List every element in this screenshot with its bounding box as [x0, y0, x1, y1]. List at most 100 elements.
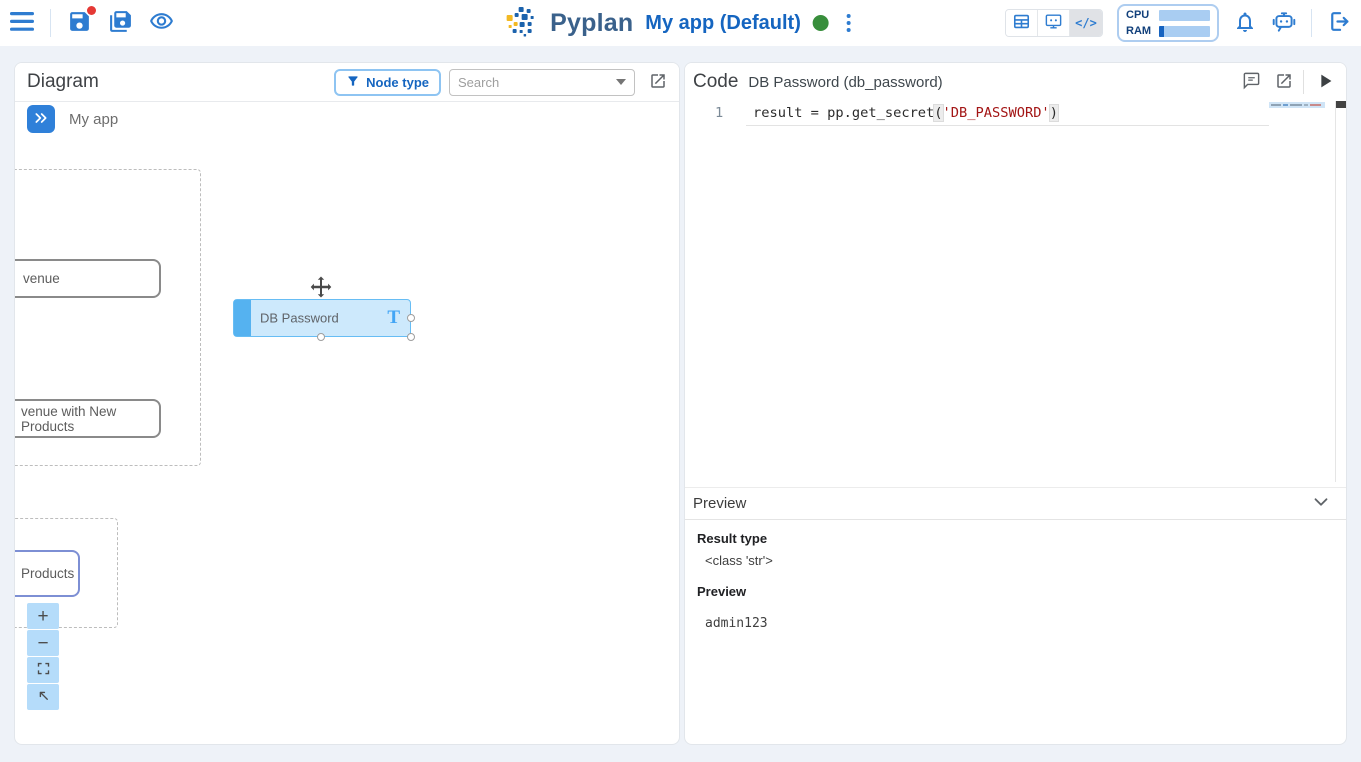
line-number: 1: [715, 105, 723, 121]
notifications-button[interactable]: [1233, 10, 1257, 37]
node-handle-bottom[interactable]: [317, 333, 325, 341]
app-menu-button[interactable]: [841, 12, 857, 34]
zoom-in-button[interactable]: +: [27, 603, 59, 629]
node-handle-right[interactable]: [407, 314, 415, 322]
preview-section-header[interactable]: Preview: [685, 487, 1346, 519]
code-token-close-paren: ): [1050, 105, 1058, 121]
diagram-open-external-button[interactable]: [649, 72, 667, 93]
ram-used-segment: [1159, 26, 1164, 37]
code-editor[interactable]: 1 result = pp.get_secret('DB_PASSWORD'): [685, 101, 1346, 482]
cpu-label: CPU: [1126, 9, 1154, 21]
node-handle-corner[interactable]: [407, 333, 415, 341]
logout-button[interactable]: [1326, 9, 1351, 37]
chevron-down-icon: [1310, 491, 1332, 516]
play-icon: [1314, 70, 1336, 95]
minimap-line: [1269, 102, 1325, 108]
table-icon: [1012, 12, 1031, 34]
diagram-panel-header: Diagram Node type: [15, 63, 679, 102]
code-line[interactable]: result = pp.get_secret('DB_PASSWORD'): [753, 105, 1058, 121]
menu-button[interactable]: [10, 12, 34, 34]
diagram-panel-title: Diagram: [27, 71, 99, 93]
unsaved-changes-badge: [87, 6, 96, 15]
zoom-out-button[interactable]: −: [27, 630, 59, 656]
diagram-node-revenue-with-new-products[interactable]: venue with New Products: [15, 399, 161, 438]
assistant-button[interactable]: [1271, 9, 1297, 38]
ram-label: RAM: [1126, 25, 1154, 37]
code-panel-title: Code: [693, 71, 738, 93]
reset-view-button[interactable]: [27, 684, 59, 710]
diagram-search-box: [449, 69, 635, 96]
topbar-center: Pyplan My app (Default): [504, 0, 857, 46]
code-view-button[interactable]: </>: [1070, 10, 1102, 36]
arrow-up-left-icon: [36, 688, 51, 707]
code-token-plain: result = pp.get_secret: [753, 105, 934, 121]
move-cursor-icon: [309, 275, 333, 304]
node-type-filter-button[interactable]: Node type: [334, 69, 441, 96]
comment-button[interactable]: [1242, 71, 1261, 93]
diagram-node-products[interactable]: Products: [15, 550, 80, 597]
code-panel: Code DB Password (db_password): [684, 62, 1347, 745]
pyplan-logo-icon: [504, 4, 538, 43]
brand-name: Pyplan: [550, 9, 633, 38]
save-button[interactable]: [67, 9, 92, 37]
bot-chat-icon: [1271, 9, 1297, 38]
node-label: Products: [21, 566, 74, 581]
view-toggle-group: </>: [1005, 9, 1103, 37]
screen-view-button[interactable]: [1038, 10, 1070, 36]
save-all-button[interactable]: [108, 9, 133, 37]
save-all-icon: [108, 9, 133, 37]
topbar-divider-right: [1311, 9, 1312, 37]
status-dot: [813, 15, 829, 31]
expand-tree-button[interactable]: [27, 105, 55, 133]
dropdown-caret-icon[interactable]: [616, 79, 626, 85]
app-title[interactable]: My app (Default): [645, 12, 801, 35]
code-header-divider: [1303, 70, 1304, 94]
system-usage-panel: CPU RAM: [1117, 4, 1219, 42]
preview-divider: [685, 519, 1346, 520]
editor-scrollbar-thumb[interactable]: [1336, 101, 1347, 108]
code-panel-header: Code DB Password (db_password): [685, 63, 1346, 101]
node-type-stripe: [234, 300, 251, 336]
code-node-reference: DB Password (db_password): [748, 74, 942, 91]
diagram-panel: Diagram Node type: [14, 62, 680, 745]
zoom-out-icon: −: [37, 634, 48, 653]
topbar-divider: [50, 9, 51, 37]
pyplan-app: Pyplan My app (Default) </>: [0, 0, 1361, 762]
open-in-new-icon: [1275, 72, 1293, 93]
cpu-usage-row: CPU: [1126, 9, 1210, 21]
table-view-button[interactable]: [1006, 10, 1038, 36]
diagram-search-input[interactable]: [458, 75, 610, 90]
zoom-in-icon: +: [37, 607, 48, 626]
code-token-open-paren: (: [934, 105, 942, 121]
monitor-icon: [1044, 12, 1063, 34]
ram-usage-row: RAM: [1126, 25, 1210, 37]
filter-icon: [346, 74, 360, 91]
editor-scrollbar[interactable]: [1335, 101, 1347, 482]
hamburger-icon: [10, 12, 34, 34]
breadcrumb-label[interactable]: My app: [69, 111, 118, 128]
cpu-usage-bar: [1159, 10, 1210, 21]
node-label: venue: [23, 271, 60, 286]
kebab-icon: [847, 14, 851, 18]
topbar-left-actions: [10, 0, 174, 46]
fit-screen-icon: [36, 661, 51, 680]
top-bar: Pyplan My app (Default) </>: [0, 0, 1361, 46]
current-line-border: [746, 125, 1269, 126]
diagram-node-revenue[interactable]: venue: [15, 259, 161, 298]
diagram-node-db-password[interactable]: DB Password T: [233, 299, 411, 337]
logout-icon: [1326, 9, 1351, 37]
diagram-zoom-controls: + −: [27, 603, 59, 710]
result-type-label: Result type: [697, 531, 767, 546]
preview-mode-button[interactable]: [149, 9, 174, 37]
fit-screen-button[interactable]: [27, 657, 59, 683]
code-open-external-button[interactable]: [1275, 72, 1293, 93]
collapse-preview-button[interactable]: [1310, 491, 1332, 516]
editor-minimap[interactable]: [1269, 101, 1335, 482]
ram-usage-bar: [1159, 26, 1210, 37]
result-type-value: <class 'str'>: [705, 553, 773, 568]
double-chevron-icon: [33, 110, 49, 129]
run-code-button[interactable]: [1314, 70, 1336, 95]
diagram-canvas[interactable]: venue venue with New Products DB Passwor…: [15, 63, 679, 744]
node-label: venue with New Products: [21, 404, 159, 434]
node-type-filter-label: Node type: [366, 75, 429, 90]
